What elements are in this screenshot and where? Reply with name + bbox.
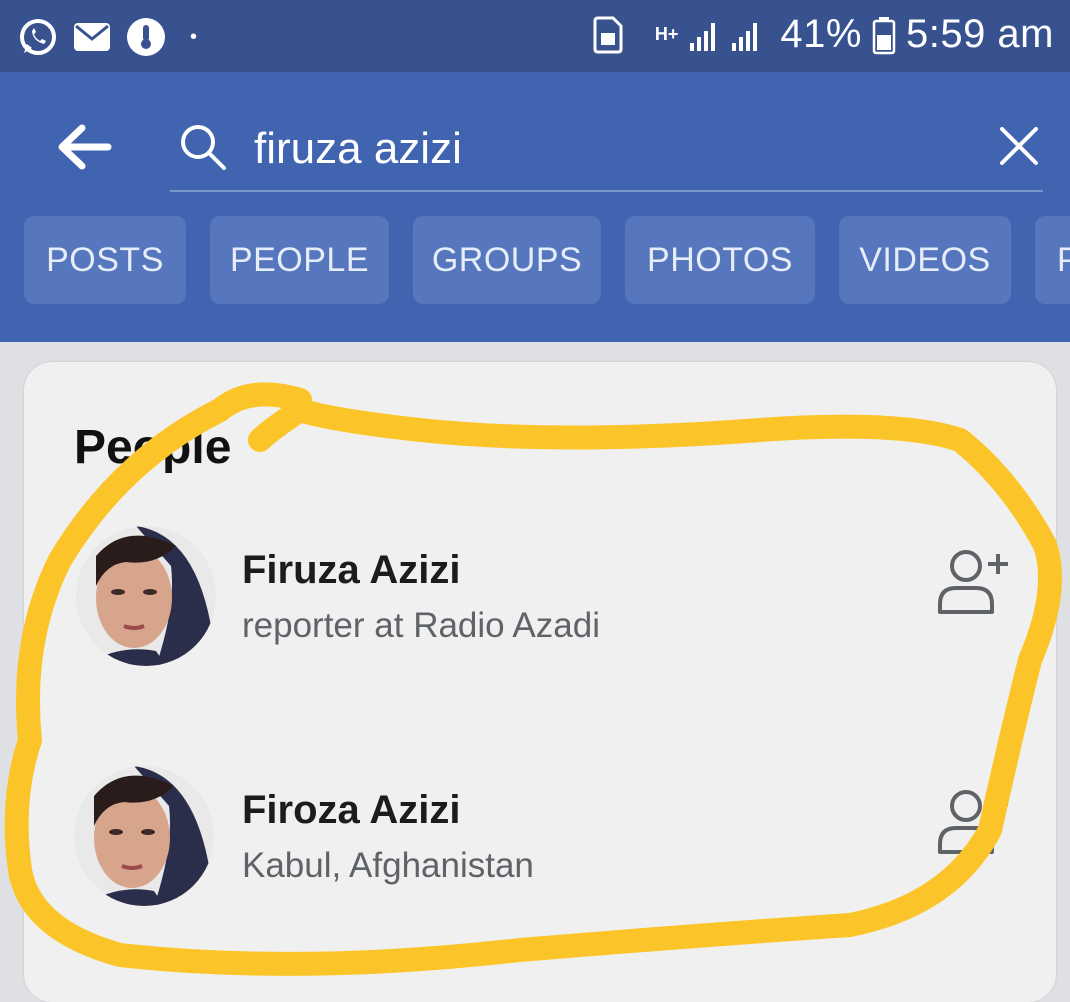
battery-percent: 41% bbox=[780, 12, 862, 56]
person-name: Firoza Azizi bbox=[242, 788, 461, 832]
thermometer-icon bbox=[127, 18, 165, 56]
whatsapp-icon bbox=[20, 19, 56, 55]
tab-videos[interactable]: VIDEOS bbox=[839, 216, 1011, 304]
tab-photos[interactable]: PHOTOS bbox=[625, 216, 815, 304]
add-friend-icon[interactable] bbox=[932, 782, 1012, 862]
search-box bbox=[170, 110, 1043, 192]
search-icon bbox=[181, 125, 226, 170]
tab-posts[interactable]: POSTS bbox=[24, 216, 186, 304]
signal-icon bbox=[690, 22, 758, 51]
avatar bbox=[74, 766, 214, 906]
section-title: People bbox=[74, 421, 232, 474]
status-bar: • H+ 41% 5:59 am bbox=[0, 0, 1070, 72]
notification-dot: • bbox=[190, 25, 198, 48]
person-subtitle: reporter at Radio Azadi bbox=[242, 606, 600, 645]
person-result[interactable]: Firuza Azizi reporter at Radio Azadi bbox=[24, 526, 1056, 676]
sim-icon bbox=[593, 16, 623, 53]
back-arrow-icon[interactable] bbox=[54, 122, 114, 172]
battery-icon bbox=[872, 16, 896, 54]
avatar bbox=[76, 526, 216, 666]
close-icon[interactable] bbox=[999, 126, 1039, 166]
search-filter-tabs: POSTS PEOPLE GROUPS PHOTOS VIDEOS P bbox=[24, 216, 1070, 306]
search-input[interactable] bbox=[252, 118, 956, 180]
search-app-bar: POSTS PEOPLE GROUPS PHOTOS VIDEOS P bbox=[0, 72, 1070, 342]
person-subtitle: Kabul, Afghanistan bbox=[242, 846, 534, 885]
tab-partial[interactable]: P bbox=[1035, 216, 1070, 304]
network-type: H+ bbox=[654, 24, 679, 44]
tab-people[interactable]: PEOPLE bbox=[210, 216, 389, 304]
clock: 5:59 am bbox=[905, 12, 1054, 56]
people-results-card: People Firuza Azizi reporter at Radio Az… bbox=[24, 362, 1056, 1002]
tab-groups[interactable]: GROUPS bbox=[413, 216, 601, 304]
person-name: Firuza Azizi bbox=[242, 548, 461, 592]
person-result[interactable]: Firoza Azizi Kabul, Afghanistan bbox=[24, 766, 1056, 916]
add-friend-icon[interactable] bbox=[932, 542, 1012, 622]
mail-icon bbox=[74, 23, 110, 51]
